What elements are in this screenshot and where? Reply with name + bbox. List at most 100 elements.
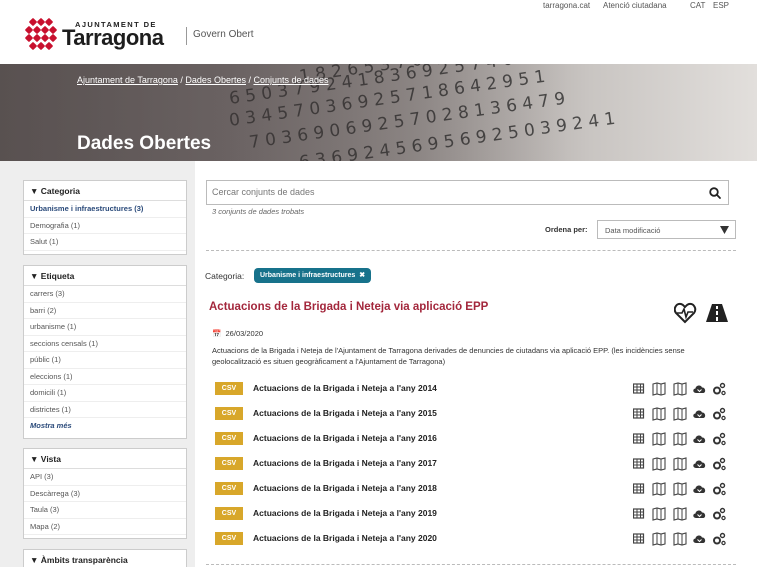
resource-row: CSV Actuacions de la Brigada i Neteja a l… [215, 432, 731, 447]
resource-actions [633, 382, 726, 396]
format-badge[interactable]: CSV [215, 482, 243, 495]
map-icon [652, 507, 666, 521]
resource-actions [633, 482, 726, 496]
map-icon [652, 382, 666, 396]
resource-row: CSV Actuacions de la Brigada i Neteja a l… [215, 532, 731, 547]
sort-select[interactable]: Data modificació [597, 220, 736, 239]
format-badge[interactable]: CSV [215, 532, 243, 545]
resource-name[interactable]: Actuacions de la Brigada i Neteja a l'an… [253, 483, 437, 493]
map-icon [673, 407, 687, 421]
filter-icon: ▼ [30, 555, 39, 565]
link-tarragona[interactable]: tarragona.cat [543, 1, 590, 10]
resource-name[interactable]: Actuacions de la Brigada i Neteja a l'an… [253, 508, 437, 518]
close-icon[interactable]: ✖ [357, 272, 365, 279]
format-badge[interactable]: CSV [215, 407, 243, 420]
resource-name[interactable]: Actuacions de la Brigada i Neteja a l'an… [253, 408, 437, 418]
map-icon [673, 532, 687, 546]
table-icon [633, 483, 645, 494]
filter-icon: ▼ [30, 271, 39, 281]
resource-actions [633, 432, 726, 446]
resource-name[interactable]: Actuacions de la Brigada i Neteja a l'an… [253, 458, 437, 468]
tarragona-logo-icon[interactable] [22, 17, 58, 53]
facet-title: ▼ Àmbits transparència [30, 555, 128, 565]
resource-name[interactable]: Actuacions de la Brigada i Neteja a l'an… [253, 533, 437, 543]
map-icon [652, 532, 666, 546]
header-divider [186, 27, 187, 45]
format-badge[interactable]: CSV [215, 382, 243, 395]
gears-icon [713, 532, 726, 546]
lang-cat[interactable]: CAT [690, 1, 705, 10]
facet-item[interactable]: domicili (1) [24, 385, 186, 402]
map-icon [673, 382, 687, 396]
map-icon [652, 457, 666, 471]
facet-item[interactable]: urbanisme (1) [24, 319, 186, 336]
table-icon [633, 458, 645, 469]
resource-name[interactable]: Actuacions de la Brigada i Neteja a l'an… [253, 433, 437, 443]
search-icon[interactable] [708, 186, 722, 200]
resource-actions [633, 532, 726, 546]
table-icon [633, 383, 645, 394]
cloud-download-icon [693, 385, 706, 393]
active-filter-label: Categoria: [205, 271, 245, 281]
facet-vista: ▼ Vista API (3) Descàrrega (3) Taula (3)… [23, 448, 187, 539]
sort-label: Ordena per: [545, 225, 588, 234]
resource-name[interactable]: Actuacions de la Brigada i Neteja a l'an… [253, 383, 437, 393]
site-header: AJUNTAMENT DE Tarragona Govern Obert tar… [0, 0, 757, 64]
cloud-download-icon [693, 510, 706, 518]
dataset-category-icons [674, 302, 728, 324]
facet-item[interactable]: Taula (3) [24, 502, 186, 519]
breadcrumb-ajuntament[interactable]: Ajuntament de Tarragona [77, 75, 178, 85]
format-badge[interactable]: CSV [215, 432, 243, 445]
format-badge[interactable]: CSV [215, 457, 243, 470]
cloud-download-icon [693, 460, 706, 468]
facet-item[interactable]: eleccions (1) [24, 369, 186, 385]
resource-row: CSV Actuacions de la Brigada i Neteja a l… [215, 507, 731, 522]
facet-item[interactable]: Descàrrega (3) [24, 486, 186, 502]
facet-item[interactable]: Salut (1) [24, 234, 186, 251]
format-badge[interactable]: CSV [215, 507, 243, 520]
facet-item[interactable]: carrers (3) [24, 286, 186, 303]
facet-item[interactable]: seccions censals (1) [24, 336, 186, 352]
link-atencio[interactable]: Atenció ciutadana [603, 1, 667, 10]
gears-icon [713, 507, 726, 521]
gears-icon [713, 457, 726, 471]
brand-name[interactable]: Tarragona [62, 27, 164, 49]
breadcrumb-conjunts[interactable]: Conjunts de dades [253, 75, 328, 85]
facet-item[interactable]: districtes (1) [24, 402, 186, 418]
search-box[interactable]: Cercar conjunts de dades [206, 180, 729, 205]
resource-actions [633, 407, 726, 421]
resource-row: CSV Actuacions de la Brigada i Neteja a l… [215, 382, 731, 397]
section-name[interactable]: Govern Obert [193, 29, 254, 40]
breadcrumb: Ajuntament de Tarragona / Dades Obertes … [77, 75, 329, 85]
dataset-description: Actuacions de la Brigada i Neteja de l'A… [212, 346, 685, 366]
map-icon [673, 507, 687, 521]
table-icon [633, 533, 645, 544]
gears-icon [713, 482, 726, 496]
filter-icon: ▼ [30, 186, 39, 196]
facet-item[interactable]: Urbanisme i infraestructures (3) [24, 201, 186, 218]
facet-categoria: ▼ Categoria Urbanisme i infraestructures… [23, 180, 187, 255]
map-icon [673, 432, 687, 446]
lang-esp[interactable]: ESP [713, 1, 729, 10]
caret-down-icon [720, 226, 729, 234]
facet-item[interactable]: barri (2) [24, 303, 186, 319]
facet-title: ▼ Etiqueta [24, 266, 186, 286]
divider [206, 564, 736, 565]
facet-item[interactable]: Mapa (2) [24, 519, 186, 535]
active-filter-pill[interactable]: Urbanisme i infraestructures ✖ [254, 268, 372, 283]
show-more-link[interactable]: Mostra més [24, 418, 186, 434]
facet-item[interactable]: Demografia (1) [24, 218, 186, 234]
heartbeat-icon [674, 302, 697, 324]
map-icon [652, 407, 666, 421]
calendar-icon: 📅 [212, 329, 222, 338]
resource-row: CSV Actuacions de la Brigada i Neteja a l… [215, 457, 731, 472]
dataset-title[interactable]: Actuacions de la Brigada i Neteja via ap… [209, 301, 488, 313]
map-icon [652, 482, 666, 496]
gears-icon [713, 432, 726, 446]
gears-icon [713, 407, 726, 421]
facet-item[interactable]: públic (1) [24, 352, 186, 369]
resource-actions [633, 507, 726, 521]
breadcrumb-dades-obertes[interactable]: Dades Obertes [185, 75, 246, 85]
facet-item[interactable]: API (3) [24, 469, 186, 486]
search-input[interactable]: Cercar conjunts de dades [212, 187, 315, 197]
